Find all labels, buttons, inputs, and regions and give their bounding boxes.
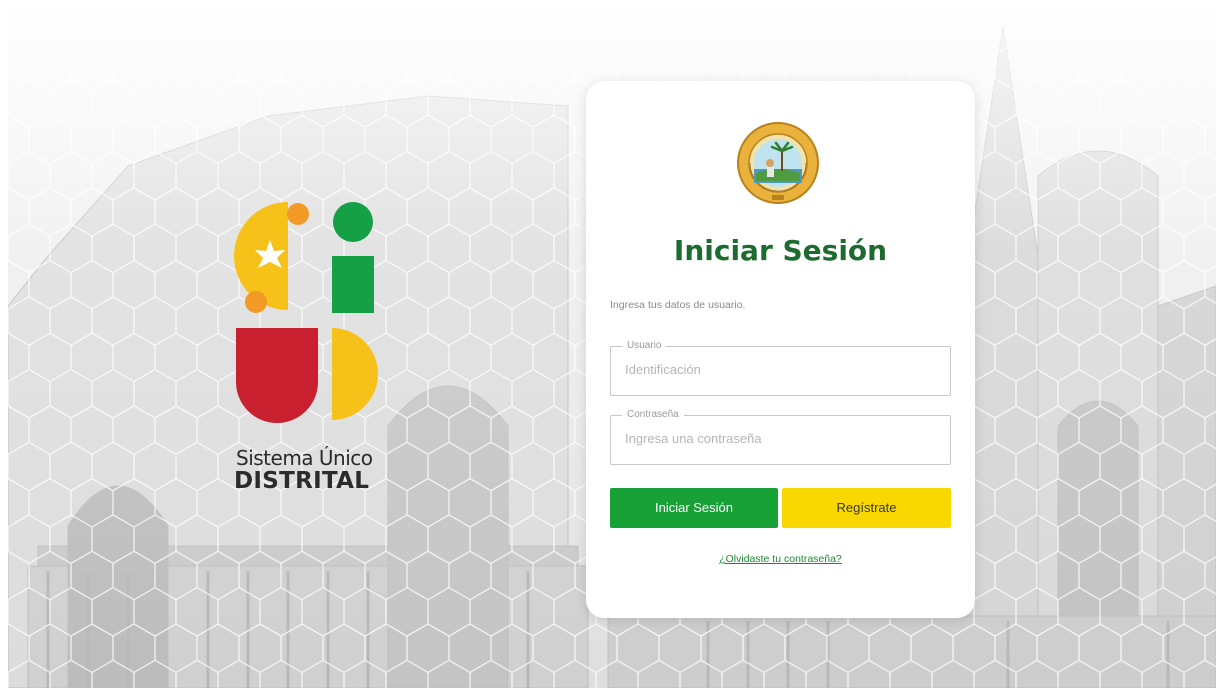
usuario-input[interactable]	[625, 362, 935, 377]
brand-logo: Sistema Único DISTRITAL	[232, 198, 392, 498]
brand-name-line2: DISTRITAL	[234, 468, 370, 494]
password-label: Contraseña	[622, 408, 684, 422]
page-title: Iniciar Sesión	[673, 234, 888, 267]
register-button[interactable]: Regístrate	[782, 488, 951, 528]
forgot-password-link[interactable]: ¿Olvidaste tu contraseña?	[586, 553, 975, 565]
login-button[interactable]: Iniciar Sesión	[610, 488, 778, 528]
usuario-label: Usuario	[622, 339, 667, 353]
login-instructions: Ingresa tus datos de usuario.	[610, 299, 746, 311]
login-card: Iniciar Sesión Ingresa tus datos de usua…	[586, 81, 975, 618]
cartagena-seal-icon	[737, 122, 819, 204]
login-page: Sistema Único DISTRITAL Iniciar Sesión I…	[0, 0, 1216, 688]
password-input[interactable]	[625, 431, 935, 446]
password-field: Contraseña	[610, 408, 951, 465]
sud-logo-icon	[234, 202, 378, 423]
usuario-field: Usuario	[610, 339, 951, 396]
brand-name-line1: Sistema Único	[236, 446, 373, 470]
